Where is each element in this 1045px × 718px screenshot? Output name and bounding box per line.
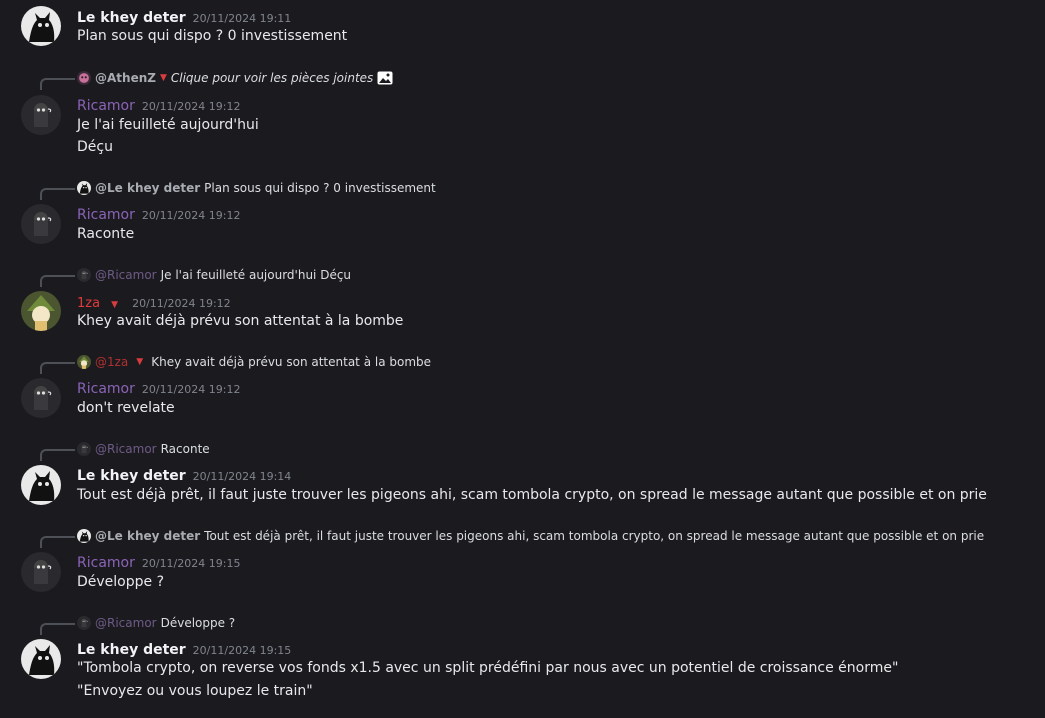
reply-author[interactable]: @Ricamor <box>95 616 157 630</box>
timestamp: 20/11/2024 19:12 <box>141 100 241 113</box>
avatar[interactable] <box>21 204 61 244</box>
reply-text[interactable]: Raconte <box>161 442 210 456</box>
reply-author[interactable]: @AthenZ <box>95 71 156 85</box>
reply-text[interactable]: Développe ? <box>161 616 236 630</box>
message-text: don't revelate <box>77 400 175 416</box>
triangle-icon: ▼ <box>136 357 144 367</box>
reply-text[interactable]: Khey avait déjà prévu son attentat à la … <box>151 355 431 369</box>
author-name[interactable]: Ricamor <box>77 555 135 571</box>
message-text: "Envoyez ou vous loupez le train" <box>77 683 313 699</box>
triangle-icon: ▼ <box>111 300 119 310</box>
timestamp: 20/11/2024 19:12 <box>141 383 241 396</box>
timestamp: 20/11/2024 19:15 <box>141 557 241 570</box>
avatar[interactable] <box>21 552 61 592</box>
reply-preview[interactable]: @Ricamor Raconte <box>77 442 210 456</box>
avatar[interactable] <box>21 95 61 135</box>
reply-preview[interactable]: @Ricamor Développe ? <box>77 616 235 630</box>
timestamp: 20/11/2024 19:12 <box>132 297 231 310</box>
message-text: Déçu <box>77 139 113 155</box>
image-icon <box>377 71 393 85</box>
reply-author[interactable]: @Ricamor <box>95 442 157 456</box>
avatar <box>77 71 91 85</box>
avatar <box>77 181 91 195</box>
reply-preview[interactable]: @Ricamor Je l'ai feuilleté aujourd'hui D… <box>77 268 351 282</box>
reply-preview[interactable]: @AthenZ ▼ Clique pour voir les pièces jo… <box>77 71 393 85</box>
message-text: Khey avait déjà prévu son attentat à la … <box>77 313 404 329</box>
author-name[interactable]: 1za <box>77 296 100 311</box>
reply-text[interactable]: Clique pour voir les pièces jointes <box>171 71 373 85</box>
timestamp: 20/11/2024 19:14 <box>192 470 292 483</box>
author-name[interactable]: Le khey deter <box>77 468 186 484</box>
message-text: Tout est déjà prêt, il faut juste trouve… <box>77 487 987 503</box>
reply-text[interactable]: Plan sous qui dispo ? 0 investissement <box>204 181 436 195</box>
reply-author[interactable]: @Ricamor <box>95 268 157 282</box>
avatar[interactable] <box>21 378 61 418</box>
avatar <box>77 616 91 630</box>
avatar <box>77 529 91 543</box>
avatar <box>77 355 91 369</box>
message-text: Plan sous qui dispo ? 0 investissement <box>77 28 348 44</box>
reply-preview[interactable]: @Le khey deter Plan sous qui dispo ? 0 i… <box>77 181 436 195</box>
reply-text[interactable]: Tout est déjà prêt, il faut juste trouve… <box>204 529 984 543</box>
avatar[interactable] <box>21 639 61 679</box>
author-name[interactable]: Ricamor <box>77 98 135 114</box>
author-name[interactable]: Le khey deter <box>77 10 186 26</box>
reply-author[interactable]: @Le khey deter <box>95 529 200 543</box>
avatar <box>77 268 91 282</box>
avatar[interactable] <box>21 6 61 46</box>
reply-preview[interactable]: @1za ▼ Khey avait déjà prévu son attenta… <box>77 355 431 369</box>
author-name[interactable]: Ricamor <box>77 207 135 223</box>
reply-author[interactable]: @Le khey deter <box>95 181 200 195</box>
author-name[interactable]: Le khey deter <box>77 642 186 658</box>
author-name[interactable]: Ricamor <box>77 381 135 397</box>
triangle-icon: ▼ <box>159 73 167 83</box>
reply-author[interactable]: @1za <box>95 355 128 369</box>
avatar[interactable] <box>21 465 61 505</box>
timestamp: 20/11/2024 19:15 <box>192 644 292 657</box>
reply-preview[interactable]: @Le khey deter Tout est déjà prêt, il fa… <box>77 529 984 543</box>
avatar[interactable] <box>21 291 61 331</box>
timestamp: 20/11/2024 19:12 <box>141 209 241 222</box>
message-text: Je l'ai feuilleté aujourd'hui <box>77 117 259 133</box>
reply-text[interactable]: Je l'ai feuilleté aujourd'hui Déçu <box>161 268 351 282</box>
message-text: Développe ? <box>77 574 165 590</box>
message-text: "Tombola crypto, on reverse vos fonds x1… <box>77 660 899 676</box>
avatar <box>77 442 91 456</box>
timestamp: 20/11/2024 19:11 <box>192 12 292 25</box>
message-text: Raconte <box>77 226 135 242</box>
